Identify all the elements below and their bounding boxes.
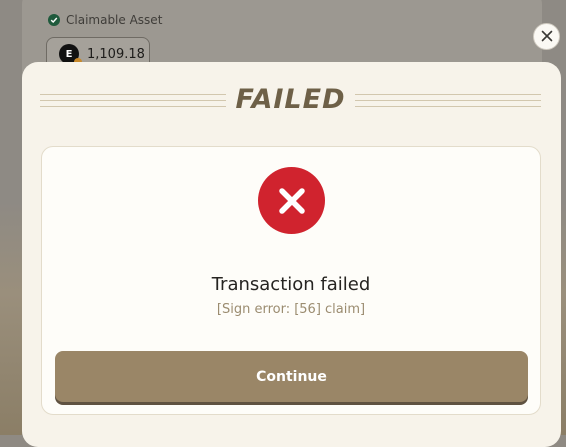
token-letter: E (65, 48, 73, 60)
modal-title-row: FAILED (40, 82, 541, 118)
token-icon: E (59, 44, 82, 66)
status-detail: [Sign error: [56] claim] (216, 302, 366, 317)
claimable-asset-label: Claimable Asset (48, 13, 162, 27)
status-title: Transaction failed (211, 274, 371, 295)
asset-amount: 1,109.18 (87, 46, 145, 62)
title-rule-right (355, 93, 541, 107)
title-rule-left (40, 93, 226, 107)
claimable-asset-text: Claimable Asset (66, 13, 163, 27)
close-button[interactable] (533, 23, 560, 50)
error-x-icon (258, 167, 325, 234)
check-circle-icon (48, 14, 60, 26)
continue-button[interactable]: Continue (55, 351, 528, 402)
close-icon (541, 27, 553, 46)
status-card: Transaction failed [Sign error: [56] cla… (41, 146, 541, 415)
modal-title: FAILED (235, 84, 346, 115)
result-modal: FAILED Transaction failed [Sign error: [… (22, 62, 561, 447)
background-image-left (0, 200, 22, 435)
